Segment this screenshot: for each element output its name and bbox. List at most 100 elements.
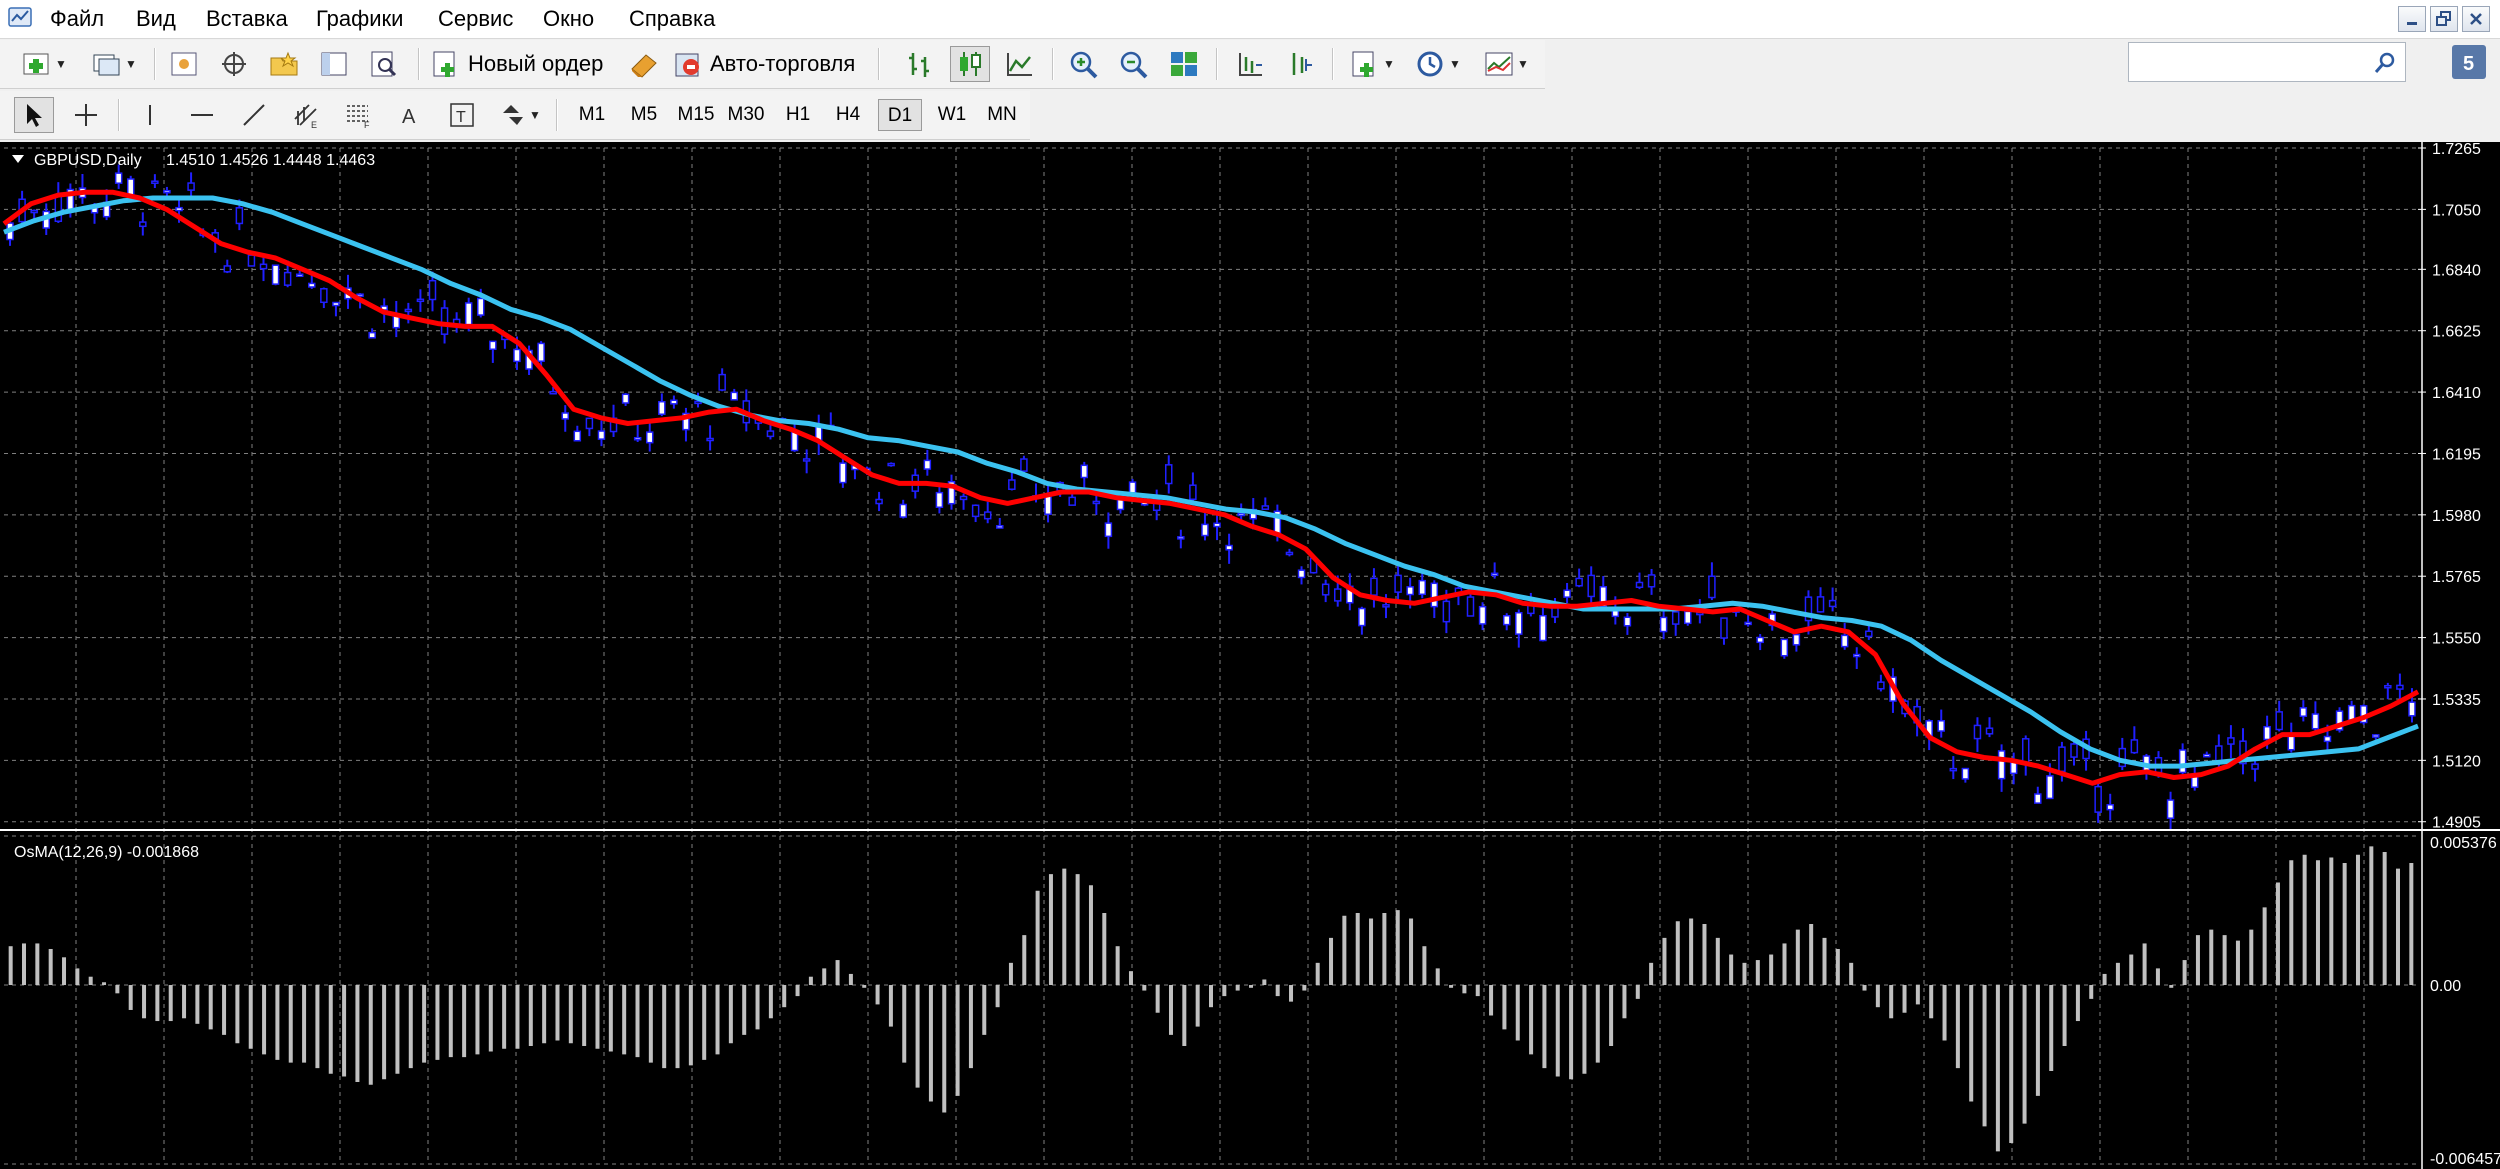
menu-help[interactable]: Справка (629, 5, 715, 33)
search-input[interactable] (2128, 42, 2406, 82)
svg-text:5: 5 (2463, 53, 2474, 75)
candle-body (1442, 600, 1451, 623)
fast-ma-line (2, 189, 2420, 786)
crosshair-button[interactable] (66, 97, 106, 133)
candle-body (2166, 799, 2175, 819)
new-order-button[interactable]: Новый ордер (430, 46, 616, 82)
svg-text:T: T (456, 109, 466, 126)
candle-body (1997, 750, 2006, 780)
candle-body (1780, 638, 1789, 657)
candle-body (1177, 536, 1185, 540)
cursor-arrow-icon (27, 104, 42, 127)
candle-body (332, 301, 340, 307)
bar-chart-button[interactable] (900, 46, 940, 82)
market-watch-button[interactable] (164, 46, 204, 82)
community-button[interactable]: 5 (2452, 45, 2486, 79)
candlestick-chart-button[interactable] (950, 46, 990, 82)
data-window-button[interactable] (214, 46, 254, 82)
candle-body (2058, 746, 2066, 773)
strategy-tester-button[interactable] (364, 46, 404, 82)
horizontal-line-button[interactable] (182, 97, 222, 133)
terminal-button[interactable] (314, 46, 354, 82)
tile-windows-button[interactable] (1164, 46, 1204, 82)
timeframe-m15[interactable]: M15 (674, 99, 718, 131)
equidistant-channel-button[interactable]: E (286, 97, 326, 133)
navigator-button[interactable] (264, 46, 304, 82)
chart-menu-triangle-icon[interactable] (12, 155, 24, 163)
timeframe-h1[interactable]: H1 (776, 99, 820, 131)
text-label-button[interactable]: T (442, 97, 482, 133)
new-chart-button[interactable]: ▼ (14, 46, 74, 82)
candle-body (489, 340, 497, 350)
channel-icon: E (294, 104, 317, 129)
menu-insert[interactable]: Вставка (206, 5, 288, 33)
timeframe-m5[interactable]: M5 (622, 99, 666, 131)
candle-body (1587, 574, 1595, 598)
candle-body (923, 459, 932, 470)
candle-body (2287, 734, 2296, 751)
profiles-button[interactable]: ▼ (84, 46, 144, 82)
timeframe-h4[interactable]: H4 (826, 99, 870, 131)
timeframe-w1[interactable]: W1 (930, 99, 974, 131)
indicators-button[interactable]: ▼ (1344, 46, 1400, 82)
vertical-line-button[interactable] (130, 97, 170, 133)
cursor-button[interactable] (14, 97, 54, 133)
candle-body (1949, 767, 1958, 772)
standard-toolbar: ▼ ▼ Новый ордер Авто-торговля ▼ ▼ ▼ (0, 40, 1545, 89)
zoom-in-button[interactable] (1064, 46, 1104, 82)
timeframe-m30[interactable]: M30 (724, 99, 768, 131)
close-button[interactable] (2462, 6, 2490, 32)
chart-window[interactable]: 1.7265 1.7050 1.6840 1.6625 1.6410 1.6195 1.59… (0, 142, 2500, 1169)
timeframe-m1[interactable]: M1 (570, 99, 614, 131)
restore-button[interactable] (2430, 6, 2458, 32)
auto-scroll-button[interactable] (1280, 46, 1320, 82)
candle-body (404, 308, 413, 313)
chart-shift-button[interactable] (1230, 46, 1270, 82)
fibonacci-button[interactable]: F (338, 97, 378, 133)
timeframe-d1[interactable]: D1 (878, 99, 922, 131)
candle-body (1370, 577, 1378, 596)
candle-body (139, 221, 147, 228)
candle-body (935, 491, 944, 508)
timeframe-mn[interactable]: MN (980, 99, 1024, 131)
text-button[interactable]: A (390, 97, 430, 133)
zoom-out-button[interactable] (1114, 46, 1154, 82)
line-studies-toolbar: E F A T ▼ M1 M5 M15 M30 H1 H4 D1 W1 MN (0, 91, 1030, 140)
trendline-button[interactable] (234, 97, 274, 133)
candle-body (1877, 681, 1885, 690)
minimize-button[interactable] (2398, 6, 2426, 32)
arrows-button[interactable]: ▼ (494, 97, 546, 133)
line-chart-button[interactable] (1000, 46, 1040, 82)
candle-body (670, 399, 678, 405)
menu-window[interactable]: Окно (543, 5, 594, 33)
auto-trading-button[interactable]: Авто-торговля (672, 46, 868, 82)
bar-chart-icon (909, 53, 929, 77)
candle-body (2094, 785, 2102, 813)
slow-ma-line (3, 195, 2419, 769)
menu-view[interactable]: Вид (136, 5, 176, 33)
line-chart-icon (1007, 53, 1032, 76)
meta-editor-button[interactable] (624, 46, 664, 82)
candle-body (1165, 464, 1173, 485)
candle-body (1623, 616, 1632, 627)
osma-subwindow (8, 846, 2414, 1152)
candle-body (2070, 743, 2078, 758)
candle-body (2299, 707, 2308, 717)
crosshair-target-icon (222, 52, 246, 76)
menu-tools[interactable]: Сервис (438, 5, 513, 33)
candle-body (2384, 684, 2392, 689)
candle-body (1321, 583, 1330, 596)
menu-charts[interactable]: Графики (316, 5, 403, 33)
candle-body (271, 264, 280, 285)
search-field[interactable] (2135, 43, 2369, 79)
chart-canvas[interactable]: 1.7265 1.7050 1.6840 1.6625 1.6410 1.6195 1.59… (0, 142, 2500, 1169)
candle-body (2203, 753, 2211, 758)
candle-body (247, 254, 256, 267)
menu-file[interactable]: Файл (50, 5, 104, 33)
periods-button[interactable]: ▼ (1410, 46, 1466, 82)
candle-body (175, 206, 183, 212)
candle-body (1840, 634, 1849, 648)
candle-body (1502, 615, 1511, 626)
candle-body (971, 504, 980, 518)
templates-button[interactable]: ▼ (1478, 46, 1534, 82)
